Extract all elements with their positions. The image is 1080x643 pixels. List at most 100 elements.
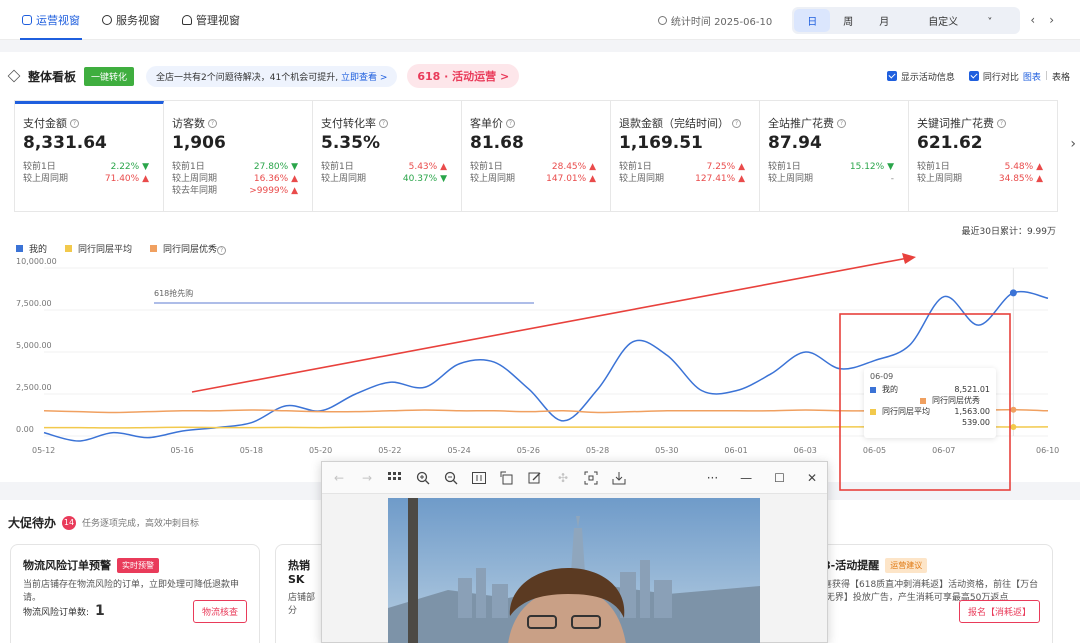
metric-card[interactable]: 访客数? 1,906 较前1日 27.80% ▼ 较上周同期 16.36% ▲ 较去年同期 >… [164,101,313,211]
image-viewer-window: ← → ✣ ··· — ☐ ✕ [321,461,828,643]
zoom-in-icon[interactable] [416,471,430,485]
metric-card[interactable]: 支付转化率? 5.35% 较前1日 5.43% ▲ 较上周同期 40.37% ▼ [313,101,462,211]
metric-label: 关键词推广花费? [917,115,1049,131]
logistics-check-button[interactable]: 物流核查 [192,600,247,623]
tab-operations[interactable]: 运营视窗 [20,0,82,40]
scan-icon[interactable] [584,471,598,485]
show-activity-checkbox[interactable] [886,71,897,81]
metric-label: 访客数? [172,115,304,131]
tab-service[interactable]: 服务视窗 [102,0,160,40]
metrics-row: 支付金额? 8,331.64 较前1日 2.22% ▼ 较上周同期 71.40% ▲ 访客数… [14,100,1058,212]
promo-618-button[interactable]: 618 · 活动运营 > [407,64,520,88]
share-icon[interactable]: ✣ [556,471,570,485]
todo-subtitle: 任务逐项完成，高效冲刺目标 [82,519,200,529]
x-tick-label: 05-24 [447,446,470,455]
x-tick-label: 06-01 [724,446,747,455]
activity-label: 618抢先购 [154,288,193,298]
x-tick-label: 06-07 [932,446,955,455]
chevron-right-icon[interactable]: › [1045,13,1058,27]
tab-management[interactable]: 管理视窗 [182,0,240,40]
metric-compare-row: 较前1日 2.22% ▼ [23,162,149,172]
view-chart-link[interactable]: 图表 [1023,70,1041,83]
zoom-out-icon[interactable] [444,471,458,485]
metric-value: 87.94 [768,133,822,153]
period-switch: 日 周 月 自定义 ˅ [792,6,1021,34]
view-now-link[interactable]: 立即查看 > [341,73,387,83]
metric-value: 5.35% [321,133,380,153]
x-tick-label: 05-22 [378,446,401,455]
chevron-down-icon: ˅ [984,16,993,28]
help-icon: ? [379,118,388,128]
shield-icon [22,14,32,25]
grid-icon[interactable] [388,471,402,485]
minimize-icon[interactable]: — [740,471,752,485]
one-click-convert-button[interactable]: 一键转化 [84,66,135,86]
metric-value: 621.62 [917,133,983,153]
period-day[interactable]: 日 [794,8,831,32]
period-month[interactable]: 月 [866,9,902,32]
chevron-left-icon[interactable]: ‹ [1026,13,1039,27]
logistics-risk-card: 物流风险订单预警 实时预警 当前店铺存在物流风险的订单，立即处理可降低退款申请。 … [10,544,260,643]
x-tick-label: 05-30 [655,446,678,455]
metric-compare-row: 较上周同期 40.37% ▼ [321,174,447,184]
metric-label: 退款金额（完结时间）? [619,115,751,131]
data-point-marker [1010,423,1017,430]
metric-card[interactable]: 关键词推广花费? 621.62 较前1日 5.48% ▲ 较上周同期 34.85% ▲ [909,101,1057,211]
person-icon [182,14,192,25]
metric-label: 客单价? [470,115,602,131]
next-icon[interactable]: → [360,471,374,485]
todo-title: 大促待办 [8,516,57,530]
metric-compare-row: 较去年同期 >9999% ▲ [172,186,298,196]
edit-icon[interactable] [528,471,542,485]
more-icon[interactable]: ··· [707,471,718,485]
metric-card[interactable]: 全站推广花费? 87.94 较前1日 15.12% ▼ 较上周同期 - [760,101,909,211]
metric-compare-row: 较前1日 7.25% ▲ [619,162,745,172]
period-week[interactable]: 周 [830,9,866,32]
metric-label: 全站推广花费? [768,115,900,131]
view-table-link[interactable]: 表格 [1052,70,1070,83]
period-custom[interactable]: 自定义 ˅ [902,9,1018,32]
metric-compare-row: 较上周同期 127.41% ▲ [619,174,745,184]
help-icon: ? [837,118,846,128]
panel-title: 整体看板 [28,69,77,84]
metric-compare-row: 较前1日 5.43% ▲ [321,162,447,172]
red-arrowhead [902,253,916,264]
overview-panel: 整体看板 一键转化 全店一共有2个问题待解决，41个机会可提升, 立即查看 > … [0,52,1080,491]
download-icon[interactable] [612,471,626,485]
metric-card[interactable]: 客单价? 81.68 较前1日 28.45% ▲ 较上周同期 147.01% ▲ [462,101,611,211]
actual-size-icon[interactable] [472,471,486,485]
register-rebate-button[interactable]: 报名【消耗返】 [958,600,1040,623]
x-tick-label: 05-28 [586,446,609,455]
y-tick-label: 10,000.00 [16,257,57,266]
chart-tooltip: 06-09 我的 8,521.01 同行同层优秀 同行同层平均 1,563.00 5… [864,368,996,438]
maximize-icon[interactable]: ☐ [774,471,785,485]
cumulative-30d: 最近30日累计：9.99万 [961,227,1057,237]
metric-compare-row: 较前1日 28.45% ▲ [470,162,596,172]
metric-card[interactable]: 支付金额? 8,331.64 较前1日 2.22% ▼ 较上周同期 71.40% ▲ [15,101,164,211]
close-icon[interactable]: ✕ [807,471,817,485]
prev-icon[interactable]: ← [332,471,346,485]
metric-label: 支付金额? [23,115,155,131]
chevron-right-icon[interactable]: › [1070,136,1076,152]
x-tick-label: 06-10 [1036,446,1059,455]
help-icon: ? [506,118,515,128]
rotate-icon[interactable] [500,471,514,485]
y-tick-label: 5,000.00 [16,341,52,350]
x-tick-label: 06-05 [863,446,886,455]
metric-compare-row: 较上周同期 71.40% ▲ [23,174,149,184]
x-tick-label: 05-26 [517,446,540,455]
todo-count-badge: 14 [62,515,77,530]
peer-compare-checkbox[interactable] [968,71,979,81]
metric-value: 1,169.51 [619,133,703,153]
help-icon: ? [732,118,741,128]
metric-card[interactable]: 退款金额（完结时间）? 1,169.51 较前1日 7.25% ▲ 较上周同期 127.4… [611,101,760,211]
y-tick-label: 2,500.00 [16,383,52,392]
data-point-marker [1009,289,1017,297]
metric-value: 81.68 [470,133,524,153]
issues-tip: 全店一共有2个问题待解决，41个机会可提升, 立即查看 > [146,65,398,87]
viewer-toolbar: ← → ✣ ··· — ☐ ✕ [322,462,827,494]
metric-compare-row: 较前1日 5.48% ▲ [917,162,1043,172]
top-nav: 运营视窗 服务视窗 管理视窗 统计时间 2025-06-10 日 周 月 自定义… [0,0,1080,40]
help-icon: ? [208,118,217,128]
y-tick-label: 0.00 [16,425,34,434]
